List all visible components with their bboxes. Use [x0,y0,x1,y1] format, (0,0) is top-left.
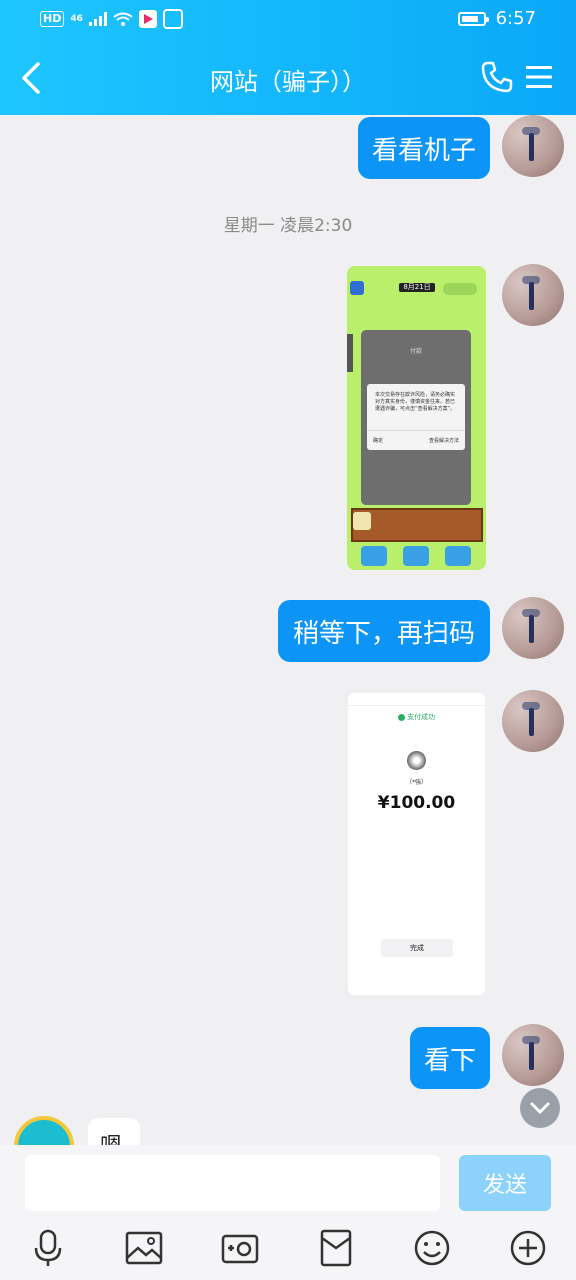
check-icon [397,713,405,721]
payee-name: （*強） [405,779,427,786]
message-input[interactable] [25,1155,440,1211]
dialog-title: 付款 [409,348,422,355]
red-packet-icon[interactable] [316,1228,356,1268]
side-tab [347,334,353,372]
tool-button [403,546,429,566]
alert-ok: 确定 [373,438,384,444]
message-bubble[interactable]: 稍等下，再扫码 [278,600,490,662]
scroll-to-bottom-button[interactable] [520,1088,560,1128]
leaf-icon [353,512,371,530]
done-button: 完成 [381,939,453,957]
app-notify-icon [138,10,157,28]
timestamp: 星期一 凌晨2:30 [223,216,353,236]
avatar[interactable] [502,115,564,177]
avatar[interactable] [502,690,564,752]
date-pill: 8月21日 [399,283,435,292]
message-bubble[interactable]: 看下 [410,1027,490,1089]
dialog-sheet: 付款 本次交易存在欺诈风险，请务必确实对方真实身份，谨慎资金往来。若已遭遇诈骗，… [361,330,471,505]
capsule-button [443,283,477,295]
battery-fill [461,15,478,22]
status-bar: HD 46 6:57 [0,0,576,40]
tool-button [361,546,387,566]
avatar[interactable] [502,597,564,659]
clock: 6:57 [495,8,536,29]
hand-notify-icon [162,9,183,29]
wifi-icon [113,12,133,26]
chat-header: 网站（骗子）） [0,40,576,115]
plus-icon[interactable] [508,1228,548,1268]
status-left: HD 46 [40,9,183,29]
pay-amount: ¥100.00 [377,793,456,813]
mini-status-bar [348,693,485,706]
status-right: 6:57 [457,8,536,29]
image-icon[interactable] [124,1228,164,1268]
input-bar: 发送 [0,1145,576,1220]
microphone-icon[interactable] [28,1228,68,1268]
hd-badge: HD [40,11,65,27]
network-badge: 46 [70,14,83,24]
image-message-game-screenshot[interactable]: 8月21日 付款 本次交易存在欺诈风险，请务必确实对方真实身份，谨慎资金往来。若… [347,266,486,570]
message-bubble[interactable]: 看看机子 [358,117,490,179]
chat-toolbar [0,1220,576,1280]
image-message-payment-screenshot[interactable]: 支付成功 （*強） ¥100.00 完成 [348,693,485,995]
phone-icon[interactable] [480,60,514,94]
avatar[interactable] [502,264,564,326]
menu-icon[interactable] [524,62,554,92]
emoji-icon[interactable] [412,1228,452,1268]
settings-icon [350,281,364,295]
tool-button [445,546,471,566]
camera-icon[interactable] [220,1228,260,1268]
alert-message: 本次交易存在欺诈风险，请务必确实对方真实身份，谨慎资金往来。若已遭遇诈骗，可点击… [375,392,456,412]
send-button[interactable]: 发送 [459,1155,551,1211]
signal-icon [88,12,107,26]
pay-status: 支付成功 [407,713,436,721]
avatar[interactable] [502,1024,564,1086]
alert-solution: 查看解决方法 [428,438,459,444]
chevron-down-icon [530,1102,550,1115]
battery-icon [457,11,489,26]
payee-avatar [407,751,426,770]
alert-box: 本次交易存在欺诈风险，请务必确实对方真实身份，谨慎资金往来。若已遭遇诈骗，可点击… [367,384,465,450]
